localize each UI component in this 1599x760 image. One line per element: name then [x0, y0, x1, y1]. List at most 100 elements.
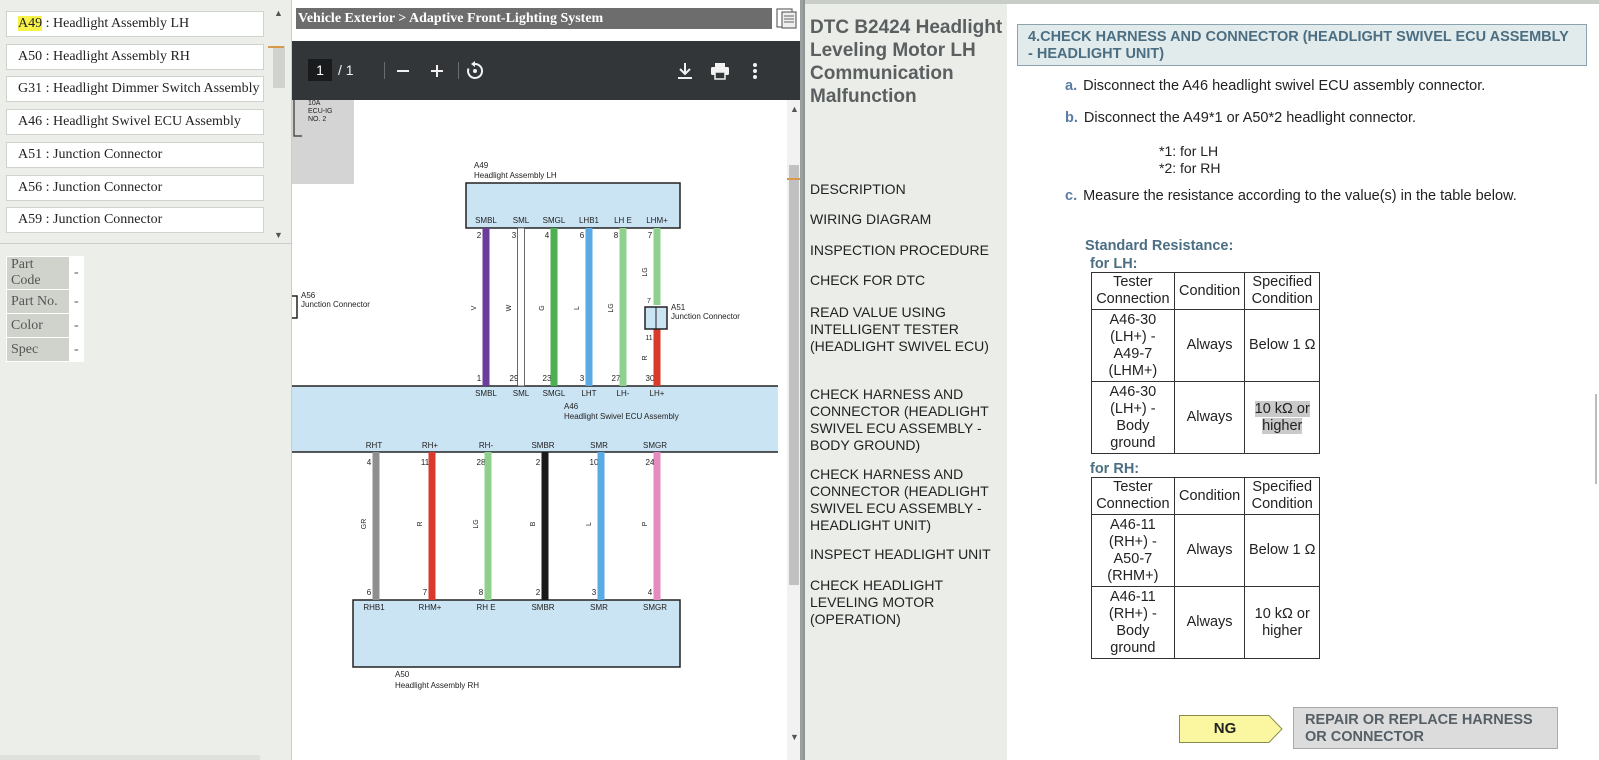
panel-footer: [0, 755, 260, 760]
wire-color-code: LG: [608, 303, 615, 312]
condition: Always: [1173, 514, 1246, 587]
plus-icon: [431, 64, 443, 77]
viewer-scrollbar[interactable]: ▲ ▼: [787, 100, 800, 760]
zoom-in-button[interactable]: [424, 41, 450, 100]
wire-color-code: P: [642, 521, 649, 526]
connector-code: A46: [18, 114, 43, 130]
tester-connection: A46-11 (RH+) - Body ground: [1091, 586, 1175, 659]
fuse-rating: 10A: [308, 100, 321, 107]
connector-code: A59: [18, 212, 43, 228]
more-vert-icon: [753, 62, 757, 79]
wire-color-code: LG: [473, 519, 480, 528]
nav-link-1[interactable]: DESCRIPTION: [810, 181, 1006, 198]
nav-link-5[interactable]: READ VALUE USING INTELLIGENT TESTER (HEA…: [810, 304, 1006, 355]
connector-name: Headlight Assembly LH: [53, 16, 190, 31]
scroll-down-icon[interactable]: ▼: [274, 230, 283, 240]
nav-link-3[interactable]: INSPECTION PROCEDURE: [810, 242, 1006, 259]
connector-item-a51[interactable]: A51 : Junction Connector: [6, 141, 264, 168]
more-options-button[interactable]: [744, 41, 766, 100]
scroll-up-icon[interactable]: ▲: [274, 8, 283, 18]
lh-label: for LH:: [1090, 256, 1138, 272]
a49-pin-label: LHB1: [579, 216, 600, 225]
nav-link-8[interactable]: INSPECT HEADLIGHT UNIT: [810, 546, 1006, 563]
connector-name: Junction Connector: [53, 146, 163, 162]
a56-code: A56: [301, 291, 316, 300]
a50-pin-label: SMBR: [531, 603, 554, 612]
ng-result-button[interactable]: NG: [1179, 715, 1283, 743]
wire-smbl: [482, 228, 490, 386]
a46-pin-number: 2: [536, 458, 541, 467]
wire-smgl: [550, 228, 558, 386]
a46-pin-number: 11: [421, 458, 430, 467]
scroll-up-icon[interactable]: ▲: [790, 104, 799, 114]
scroll-thumb[interactable]: [273, 46, 285, 88]
wire-smr: [597, 452, 605, 600]
table-row: A46-30 (LH+) - A49-7 (LHM+) Always Below 1…: [1091, 309, 1320, 382]
property-row: Part No. -: [7, 290, 83, 313]
connector-item-a56[interactable]: A56 : Junction Connector: [6, 174, 264, 201]
procedure-content: 4.CHECK HARNESS AND CONNECTOR (HEADLIGHT…: [1007, 0, 1599, 760]
connector-item-a50[interactable]: A50 : Headlight Assembly RH: [6, 43, 264, 70]
property-value: -: [70, 290, 83, 313]
specified-condition: 10 kΩ or higher: [1244, 586, 1320, 659]
print-button[interactable]: [707, 41, 733, 100]
nav-link-4[interactable]: CHECK FOR DTC: [810, 272, 1006, 289]
nav-link-2[interactable]: WIRING DIAGRAM: [810, 211, 1006, 228]
property-value: -: [70, 338, 83, 361]
download-button[interactable]: [672, 41, 698, 100]
nav-link-6[interactable]: CHECK HARNESS AND CONNECTOR (HEADLIGHT S…: [810, 386, 1006, 454]
connector-item-a46[interactable]: A46 : Headlight Swivel ECU Assembly: [6, 109, 264, 136]
connector-list-scrollbar[interactable]: ▲ ▼: [272, 8, 286, 240]
wire-color-code: V: [471, 305, 478, 310]
a46-pin-number: 4: [367, 458, 372, 467]
a50-pin-label: RHB1: [363, 603, 385, 612]
step-3: c. Measure the resistance according to th…: [1065, 187, 1517, 205]
step-2: b. Disconnect the A49*1 or A50*2 headligh…: [1065, 109, 1416, 127]
a46-pin-label: SML: [513, 389, 530, 398]
wire-smbr: [541, 452, 549, 600]
rh-label: for RH:: [1090, 461, 1140, 477]
page-number-input[interactable]: 1: [308, 59, 332, 81]
breadcrumb: Vehicle Exterior > Adaptive Front-Lighti…: [296, 8, 772, 29]
pdf-viewer: Vehicle Exterior > Adaptive Front-Lighti…: [292, 0, 803, 760]
a46-pin-label: LHT: [581, 389, 596, 398]
table-row: A46-11 (RH+) - Body ground Always 10 kΩ or…: [1091, 586, 1320, 659]
tester-connection: A46-30 (LH+) - Body ground: [1091, 381, 1175, 454]
a49-pin-label: SML: [513, 216, 530, 225]
viewer-scroll-thumb[interactable]: [789, 165, 799, 585]
zoom-out-button[interactable]: [390, 41, 416, 100]
a50-pin-number: 3: [592, 588, 597, 597]
connector-code: A51: [18, 146, 43, 162]
connector-name: Junction Connector: [53, 179, 163, 195]
table-header: Condition: [1173, 477, 1246, 515]
wire-lhm-lower: [653, 329, 661, 386]
connector-item-a49[interactable]: A49 : Headlight Assembly LH: [6, 11, 264, 37]
a49-pin-number: 3: [512, 231, 517, 240]
connector-item-g31[interactable]: G31 : Headlight Dimmer Switch Assembly: [6, 76, 264, 103]
wire-rh: [484, 452, 492, 600]
property-value: -: [70, 314, 83, 337]
document-list-icon[interactable]: [774, 6, 798, 30]
fuse-name: ECU-IG: [308, 108, 333, 115]
scroll-down-icon[interactable]: ▼: [790, 732, 799, 742]
a50-pin-number: 7: [423, 588, 428, 597]
wiring-diagram: 10AECU-IGNO. 2 A49Headlight Assembly LH A4…: [292, 100, 778, 690]
connector-separator: :: [42, 48, 54, 64]
wire-smgr: [653, 452, 661, 600]
a49-pin-label: SMBL: [475, 216, 497, 225]
rotate-button[interactable]: [462, 41, 488, 100]
scroll-marker: [268, 46, 284, 48]
a56-connector: [292, 295, 298, 319]
property-key: Color: [7, 314, 69, 337]
a50-pin-label: RHM+: [419, 603, 442, 612]
specified-condition: Below 1 Ω: [1244, 309, 1320, 382]
table-row: A46-11 (RH+) - A50-7 (RHM+) Always Below 1…: [1091, 514, 1320, 587]
nav-link-9[interactable]: CHECK HEADLIGHT LEVELING MOTOR (OPERATIO…: [810, 577, 1006, 628]
a51-pin-number: 11: [645, 335, 652, 342]
minus-icon: [397, 69, 409, 72]
repair-harness-link[interactable]: REPAIR OR REPLACE HARNESS OR CONNECTOR: [1293, 707, 1558, 749]
connector-item-a59[interactable]: A59 : Junction Connector: [6, 207, 264, 234]
wire-color-code: L: [586, 522, 593, 526]
nav-link-7[interactable]: CHECK HARNESS AND CONNECTOR (HEADLIGHT S…: [810, 466, 1006, 534]
rotate-icon: [467, 60, 484, 79]
